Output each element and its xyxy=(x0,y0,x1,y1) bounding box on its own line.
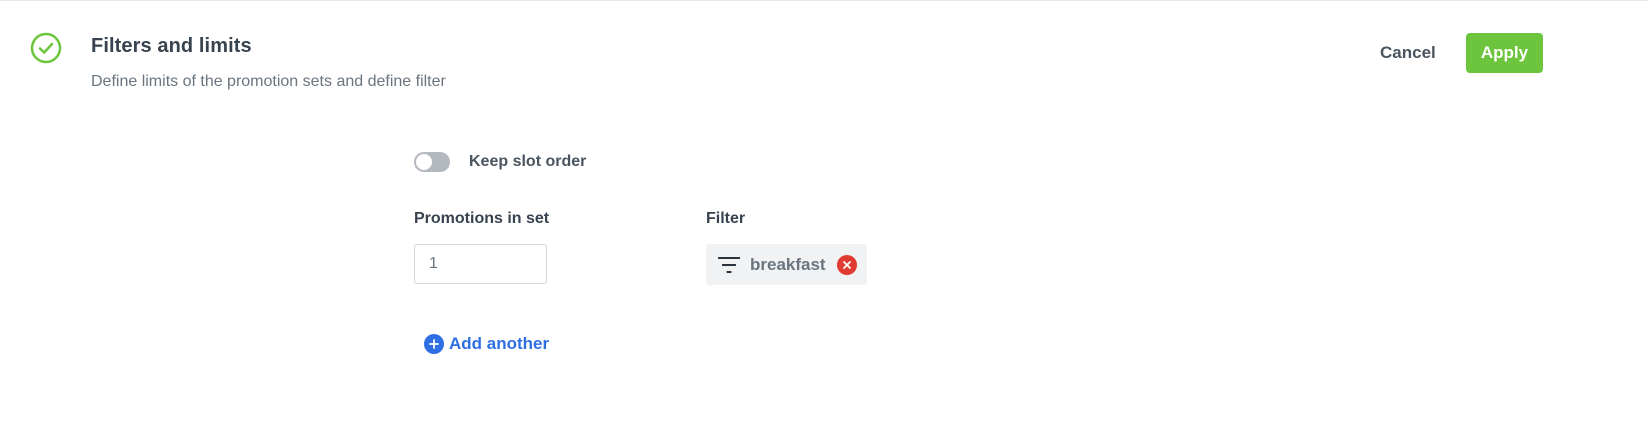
filter-chip[interactable]: breakfast xyxy=(706,244,867,285)
panel-title: Filters and limits xyxy=(91,35,252,57)
filter-icon xyxy=(718,256,740,273)
add-another-link[interactable]: Add another xyxy=(424,334,549,354)
filters-and-limits-panel: Filters and limits Define limits of the … xyxy=(0,0,1648,432)
apply-button[interactable]: Apply xyxy=(1466,33,1543,73)
promotions-in-set-label: Promotions in set xyxy=(414,210,550,227)
check-circle-icon xyxy=(30,32,62,64)
promotions-in-set-input[interactable] xyxy=(414,244,547,284)
close-circle-icon[interactable] xyxy=(836,254,857,275)
keep-slot-order-label: Keep slot order xyxy=(469,153,587,170)
keep-slot-order-toggle[interactable] xyxy=(414,152,450,172)
filter-label: Filter xyxy=(706,210,746,227)
toggle-knob xyxy=(416,154,432,170)
plus-circle-icon xyxy=(424,334,444,354)
filter-chip-label: breakfast xyxy=(750,254,826,274)
add-another-label: Add another xyxy=(449,334,550,353)
panel-subtitle: Define limits of the promotion sets and … xyxy=(91,73,446,90)
cancel-button[interactable]: Cancel xyxy=(1360,33,1456,73)
